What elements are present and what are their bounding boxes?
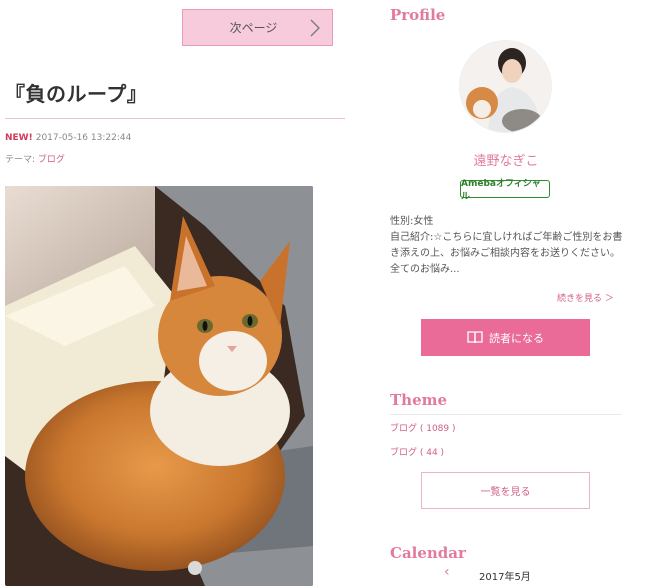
next-page-label: 次ページ bbox=[229, 21, 278, 35]
gender-line: 性別:女性 bbox=[390, 216, 434, 227]
theme-item[interactable]: ブログ ( 44 ) bbox=[390, 445, 444, 458]
profile-description: 性別:女性 自己紹介:☆こちらに宜しければご年齢ご性別をお書き添えの上、お悩みご… bbox=[390, 214, 624, 278]
calendar-prev-icon[interactable]: ‹ bbox=[444, 564, 450, 580]
become-reader-label: 読者になる bbox=[489, 331, 544, 345]
book-icon bbox=[467, 331, 483, 344]
article-meta: NEW! 2017-05-16 13:22:44 bbox=[5, 133, 131, 143]
official-badge: Amebaオフィシャル bbox=[460, 179, 550, 202]
theme-divider bbox=[390, 414, 622, 415]
calendar-heading: Calendar bbox=[390, 544, 466, 562]
read-more-link[interactable]: 続きを見る ＞ bbox=[557, 291, 614, 304]
title-divider bbox=[5, 118, 345, 119]
article-title: 『負のループ』 bbox=[5, 82, 148, 106]
article-date: 2017-05-16 13:22:44 bbox=[35, 133, 132, 143]
chevron-right-icon bbox=[310, 19, 320, 37]
theme-prefix: テーマ: bbox=[5, 155, 36, 165]
profile-heading: Profile bbox=[390, 6, 446, 24]
calendar-month: 2017年5月 bbox=[479, 572, 531, 583]
next-page-button[interactable]: 次ページ bbox=[182, 9, 333, 46]
new-badge: NEW! bbox=[5, 133, 33, 143]
view-all-themes-button[interactable]: 一覧を見る bbox=[421, 472, 590, 509]
theme-item[interactable]: ブログ ( 1089 ) bbox=[390, 421, 456, 434]
article-theme-link[interactable]: ブログ bbox=[38, 155, 65, 165]
intro-text: 自己紹介:☆こちらに宜しければご年齢ご性別をお書き添えの上、お悩みご相談内容をお… bbox=[390, 232, 623, 275]
article-theme: テーマ: ブログ bbox=[5, 152, 65, 165]
theme-heading: Theme bbox=[390, 391, 448, 409]
become-reader-button[interactable]: 読者になる bbox=[421, 319, 590, 356]
profile-avatar[interactable] bbox=[459, 40, 552, 133]
profile-name[interactable]: 遠野なぎこ bbox=[390, 150, 622, 169]
cat-photo bbox=[5, 186, 313, 586]
